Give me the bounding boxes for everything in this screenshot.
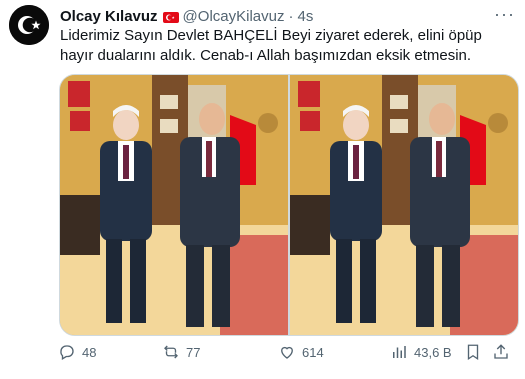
photo-illustration xyxy=(60,75,288,335)
crescent-star-icon xyxy=(9,5,49,45)
share-icon xyxy=(494,344,508,359)
tweet-photo-1[interactable] xyxy=(60,75,288,335)
share-button[interactable] xyxy=(492,343,510,361)
views-count: 43,6 B xyxy=(414,344,452,360)
reply-button[interactable]: 48 xyxy=(58,343,96,361)
repost-button[interactable]: 77 xyxy=(162,343,200,361)
turkey-flag-icon xyxy=(162,11,179,23)
tweet-header: Olcay Kılavuz @OlcayKilavuz · 4s xyxy=(60,8,313,26)
separator-dot: · xyxy=(288,8,294,25)
tweet-actions: 48 77 614 43,6 B xyxy=(58,343,518,365)
photo-illustration xyxy=(290,75,518,335)
like-button[interactable]: 614 xyxy=(278,343,324,361)
tweet-media xyxy=(59,74,519,336)
tweet-photo-2[interactable] xyxy=(290,75,518,335)
author-handle[interactable]: @OlcayKilavuz xyxy=(183,8,285,26)
repost-icon xyxy=(164,345,178,359)
bookmark-button[interactable] xyxy=(464,343,482,361)
reply-icon xyxy=(60,345,74,360)
author-name[interactable]: Olcay Kılavuz xyxy=(60,8,158,26)
more-options-icon[interactable]: ··· xyxy=(494,4,515,25)
reply-count: 48 xyxy=(82,344,97,360)
tweet-text: Liderimiz Sayın Devlet BAHÇELİ Beyi ziya… xyxy=(60,27,482,64)
like-count: 614 xyxy=(302,344,324,360)
views-button[interactable]: 43,6 B xyxy=(390,343,452,361)
repost-count: 77 xyxy=(186,344,201,360)
heart-icon xyxy=(281,346,293,359)
tweet-timestamp[interactable]: 4s xyxy=(297,8,313,26)
avatar[interactable] xyxy=(9,5,49,45)
views-icon xyxy=(393,346,406,358)
bookmark-icon xyxy=(467,344,479,361)
